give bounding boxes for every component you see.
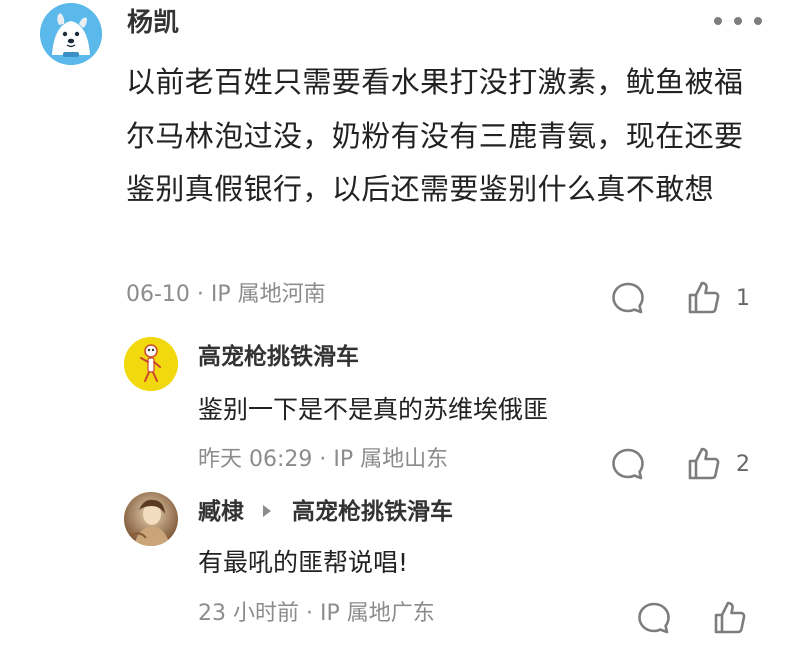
comment-bubble-icon (612, 282, 644, 314)
comment-text: 以前老百姓只需要看水果打没打激素，鱿鱼被福尔马林泡过没，奶粉有没有三鹿青氨，现在… (126, 65, 744, 206)
avatar[interactable] (40, 3, 102, 65)
comment-bubble-icon (638, 602, 670, 634)
comment-meta: 06-10 · IP 属地河南 (126, 282, 326, 307)
dot (734, 17, 742, 25)
avatar[interactable] (124, 492, 178, 546)
thumbs-up-icon (688, 281, 720, 314)
like-button[interactable] (686, 444, 722, 482)
reply-item: 臧棣 高宠枪挑铁滑车 有最吼的匪帮说唱! 23 小时前 · IP 属地广东 (0, 490, 800, 659)
like-button[interactable] (712, 598, 748, 636)
more-dots-icon[interactable] (714, 14, 762, 28)
comment-item: 杨凯 以前老百姓只需要看水果打没打激素，鱿鱼被福尔马林泡过没，奶粉有没有三鹿青氨… (0, 0, 800, 330)
cartoon-dog-icon (40, 3, 102, 65)
username[interactable]: 高宠枪挑铁滑车 (198, 341, 359, 373)
reply-item: 高宠枪挑铁滑车 鉴别一下是不是真的苏维埃俄匪 昨天 06:29 · IP 属地山… (0, 330, 800, 490)
dot (714, 17, 722, 25)
comment-button[interactable] (610, 280, 646, 316)
username[interactable]: 臧棣 (198, 496, 244, 528)
reply-meta: 昨天 06:29 · IP 属地山东 (198, 447, 449, 472)
avatar[interactable] (124, 337, 178, 391)
reply-arrow-icon (263, 505, 271, 517)
like-button[interactable] (686, 278, 722, 316)
thumbs-up-icon (688, 447, 720, 480)
like-count: 2 (736, 452, 750, 477)
thumbs-up-icon (714, 601, 746, 634)
comment-button[interactable] (636, 600, 672, 636)
skeleton-sticker-icon (124, 337, 178, 391)
comment-bubble-icon (612, 448, 644, 480)
reply-text: 鉴别一下是不是真的苏维埃俄匪 (198, 395, 549, 424)
comment-button[interactable] (610, 446, 646, 482)
reply-text: 有最吼的匪帮说唱! (198, 548, 409, 577)
painting-portrait-icon (124, 492, 178, 546)
reply-meta: 23 小时前 · IP 属地广东 (198, 601, 435, 626)
dot (754, 17, 762, 25)
like-count: 1 (736, 286, 750, 311)
username[interactable]: 杨凯 (127, 6, 179, 40)
reply-to-username[interactable]: 高宠枪挑铁滑车 (292, 496, 453, 528)
